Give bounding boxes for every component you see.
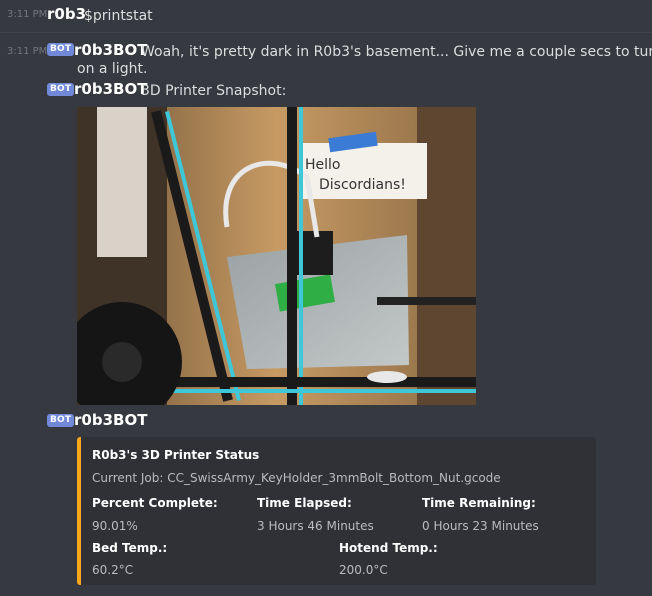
message-divider bbox=[0, 32, 652, 33]
printer-status-embed: R0b3's 3D Printer Status Current Job: CC… bbox=[77, 437, 596, 585]
field-value-percent-complete: 90.01% bbox=[92, 519, 138, 533]
embed-description: Current Job: CC_SwissArmy_KeyHolder_3mmB… bbox=[92, 471, 501, 485]
message-text: on a light. bbox=[77, 61, 148, 77]
field-name-time-remaining: Time Remaining: bbox=[422, 496, 536, 510]
message-text: 3D Printer Snapshot: bbox=[141, 83, 287, 99]
field-name-percent-complete: Percent Complete: bbox=[92, 496, 218, 510]
message-text: Woah, it's pretty dark in R0b3's basemen… bbox=[141, 44, 652, 60]
embed-accent-bar bbox=[77, 437, 81, 585]
field-value-time-elapsed: 3 Hours 46 Minutes bbox=[257, 519, 374, 533]
printer-snapshot-drawing: Hello Discordians! bbox=[77, 107, 476, 405]
message-author[interactable]: r0b3BOT bbox=[74, 411, 147, 429]
sign-text-line1: Hello bbox=[305, 157, 341, 173]
bot-badge: BOT bbox=[47, 83, 75, 96]
bot-badge: BOT bbox=[47, 414, 75, 427]
field-name-hotend-temp: Hotend Temp.: bbox=[339, 541, 438, 555]
message-text: $printstat bbox=[84, 8, 153, 24]
sign-text-line2: Discordians! bbox=[319, 177, 406, 193]
embed-title: R0b3's 3D Printer Status bbox=[92, 448, 260, 462]
message-author[interactable]: r0b3BOT bbox=[74, 41, 147, 59]
message-timestamp: 3:11 PM bbox=[7, 9, 48, 20]
message-author[interactable]: r0b3BOT bbox=[74, 80, 147, 98]
field-name-bed-temp: Bed Temp.: bbox=[92, 541, 168, 555]
field-name-time-elapsed: Time Elapsed: bbox=[257, 496, 352, 510]
field-value-bed-temp: 60.2°C bbox=[92, 563, 134, 577]
printer-snapshot-image[interactable]: Hello Discordians! bbox=[77, 107, 476, 405]
bot-badge: BOT bbox=[47, 43, 75, 56]
field-value-time-remaining: 0 Hours 23 Minutes bbox=[422, 519, 539, 533]
message-author[interactable]: r0b3 bbox=[47, 5, 86, 23]
field-value-hotend-temp: 200.0°C bbox=[339, 563, 388, 577]
message-timestamp: 3:11 PM bbox=[7, 46, 48, 57]
